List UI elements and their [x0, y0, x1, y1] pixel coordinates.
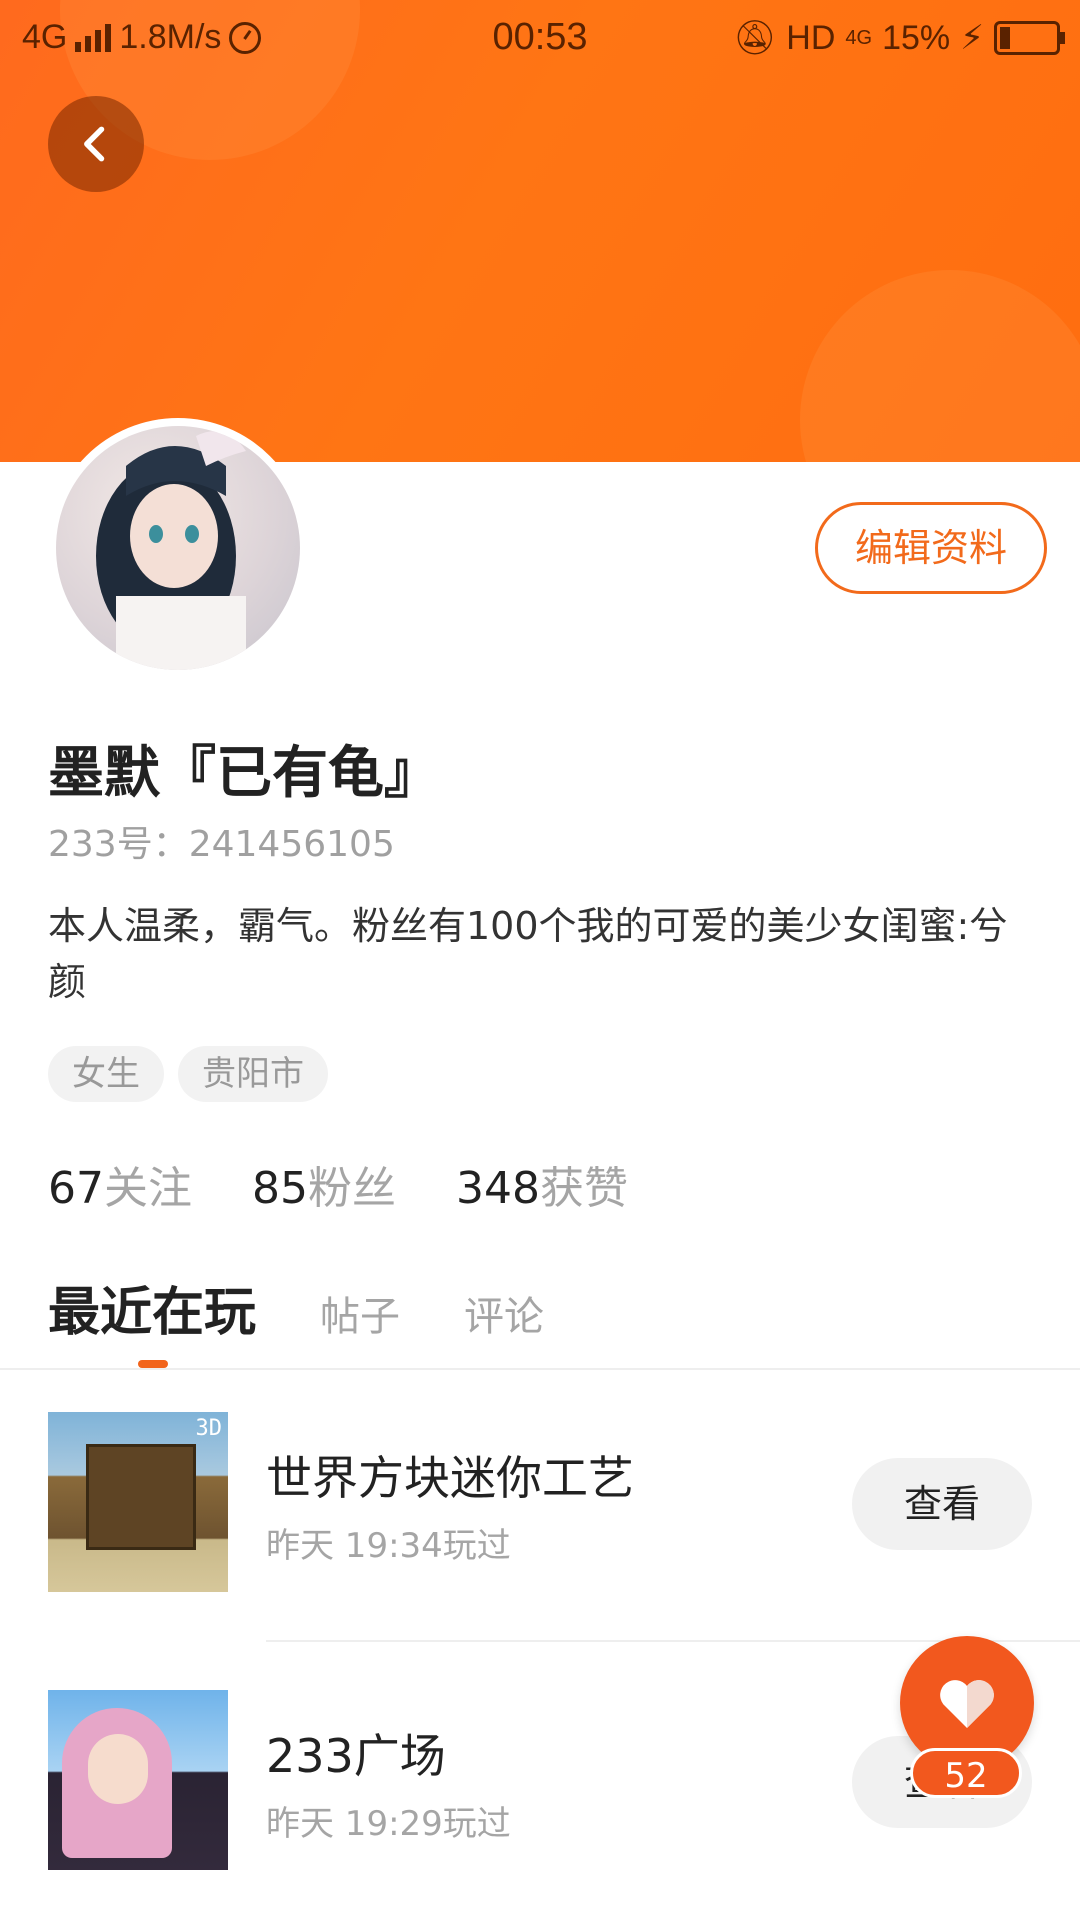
gender-tag: 女生: [48, 1046, 164, 1102]
profile-page: 4G 1.8M/s 00:53 🔕︎ HD 4G 15% ⚡︎ 编辑资料 墨默『…: [0, 0, 1080, 1920]
profile-tags: 女生 贵阳市: [48, 1046, 328, 1102]
game-badge: 3D: [195, 1416, 223, 1441]
profile-tabs: 最近在玩 帖子 评论: [48, 1270, 544, 1368]
game-title: 233广场: [266, 1729, 446, 1783]
profile-stats: 67关注 85粉丝 348获赞: [48, 1152, 628, 1216]
stat-number: 348: [456, 1163, 540, 1214]
tab-recently-played[interactable]: 最近在玩: [48, 1270, 257, 1368]
stat-number: 67: [48, 1163, 104, 1214]
status-right: 🔕︎ HD 4G 15% ⚡︎: [733, 18, 1065, 58]
avatar[interactable]: [48, 418, 308, 678]
mute-bell-icon: 🔕︎: [733, 19, 777, 57]
game-icon-image: 3D: [48, 1412, 228, 1592]
list-item-game[interactable]: 3D 世界方块迷你工艺 昨天 19:34玩过 查看: [0, 1412, 1080, 1592]
tab-active-indicator: [138, 1360, 168, 1368]
stat-likes[interactable]: 348获赞: [456, 1152, 628, 1216]
edit-profile-button[interactable]: 编辑资料: [815, 502, 1047, 594]
avatar-image: [56, 426, 300, 670]
stat-following[interactable]: 67关注: [48, 1152, 192, 1216]
game-last-played: 昨天 19:34玩过: [266, 1526, 511, 1566]
battery-percent: 15%: [882, 18, 951, 57]
tab-comments[interactable]: 评论: [464, 1284, 544, 1342]
tab-label: 最近在玩: [48, 1283, 257, 1343]
heart-icon: [940, 1680, 994, 1728]
username: 墨默『已有龟』: [48, 741, 440, 806]
location-tag: 贵阳市: [178, 1046, 328, 1102]
stat-label: 关注: [104, 1163, 192, 1214]
banner-decoration: [800, 270, 1080, 462]
game-icon-image: [48, 1690, 228, 1870]
game-title: 世界方块迷你工艺: [266, 1451, 634, 1505]
status-bar: 4G 1.8M/s 00:53 🔕︎ HD 4G 15% ⚡︎: [0, 0, 1080, 74]
view-button[interactable]: 查看: [852, 1458, 1032, 1550]
stat-number: 85: [252, 1163, 308, 1214]
back-button[interactable]: [48, 96, 144, 192]
tab-posts[interactable]: 帖子: [320, 1284, 400, 1342]
stat-followers[interactable]: 85粉丝: [252, 1152, 396, 1216]
like-count-badge: 52: [910, 1748, 1022, 1798]
user-id: 233号：241456105: [48, 824, 395, 865]
user-bio: 本人温柔，霸气。粉丝有100个我的可爱的美少女闺蜜:兮颜: [48, 904, 1008, 1004]
stat-label: 获赞: [539, 1163, 628, 1214]
network-secondary: 4G: [845, 26, 873, 49]
charging-icon: ⚡︎: [960, 19, 984, 57]
battery-icon: [994, 21, 1065, 55]
divider: [0, 1368, 1080, 1370]
hd-label: HD: [786, 18, 836, 57]
chevron-left-icon: [84, 126, 105, 162]
game-last-played: 昨天 19:29玩过: [266, 1804, 511, 1844]
stat-label: 粉丝: [308, 1163, 396, 1214]
